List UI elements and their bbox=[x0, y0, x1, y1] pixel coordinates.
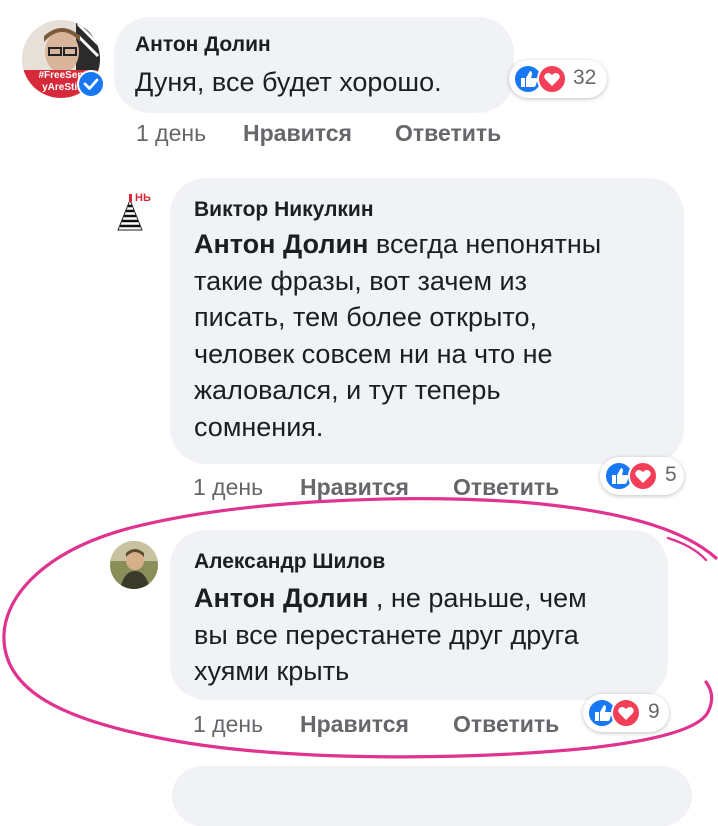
next-comment-bubble bbox=[172, 766, 692, 826]
comment-actions: 1 день Нравится Ответить bbox=[136, 120, 536, 148]
reactions-summary[interactable]: 5 bbox=[600, 457, 684, 495]
comment-author[interactable]: Антон Долин bbox=[135, 33, 271, 57]
comment-text: Дуня, все будет хорошо. bbox=[135, 67, 442, 97]
comment-text: Антон Долин всегда непонятны такие фразы… bbox=[194, 229, 602, 442]
reactions-summary[interactable]: 32 bbox=[509, 60, 607, 98]
like-button[interactable]: Нравится bbox=[243, 120, 352, 147]
avatar-viktor-nikulkin[interactable]: НЬ bbox=[110, 190, 158, 238]
comment-bubble: Виктор Никулкин Антон Долин всегда непон… bbox=[170, 178, 684, 464]
mention-link[interactable]: Антон Долин bbox=[194, 229, 368, 259]
comment-timestamp[interactable]: 1 день bbox=[136, 120, 206, 147]
comment-timestamp[interactable]: 1 день bbox=[193, 711, 263, 738]
mention-link[interactable]: Антон Долин bbox=[194, 583, 368, 613]
reply-button[interactable]: Ответить bbox=[453, 474, 559, 501]
love-reaction-icon bbox=[628, 461, 658, 491]
reactions-summary[interactable]: 9 bbox=[583, 694, 669, 732]
love-reaction-icon bbox=[537, 64, 567, 94]
like-button[interactable]: Нравится bbox=[300, 711, 409, 738]
reply-button[interactable]: Ответить bbox=[453, 711, 559, 738]
comment-author[interactable]: Виктор Никулкин bbox=[194, 198, 374, 222]
comment-author[interactable]: Александр Шилов bbox=[194, 550, 385, 574]
love-reaction-icon bbox=[611, 698, 641, 728]
reaction-count: 9 bbox=[648, 700, 660, 723]
comment-actions: 1 день Нравится Ответить bbox=[193, 474, 593, 502]
comment-timestamp[interactable]: 1 день bbox=[193, 474, 263, 501]
avatar-photo bbox=[110, 541, 158, 589]
comment-text: Антон Долин , не раньше, чем вы все пере… bbox=[194, 583, 587, 686]
like-button[interactable]: Нравится bbox=[300, 474, 409, 501]
avatar-badge-text: НЬ bbox=[135, 192, 151, 204]
avatar-aleksandr-shilov[interactable] bbox=[110, 541, 158, 589]
reaction-count: 32 bbox=[573, 66, 597, 89]
verified-badge-icon bbox=[77, 70, 105, 98]
comment-actions: 1 день Нравится Ответить bbox=[193, 711, 593, 739]
reply-button[interactable]: Ответить bbox=[395, 120, 501, 147]
comment-bubble: Антон Долин Дуня, все будет хорошо. bbox=[114, 17, 514, 113]
comment-bubble: Александр Шилов Антон Долин , не раньше,… bbox=[170, 530, 668, 700]
reaction-count: 5 bbox=[665, 463, 677, 486]
